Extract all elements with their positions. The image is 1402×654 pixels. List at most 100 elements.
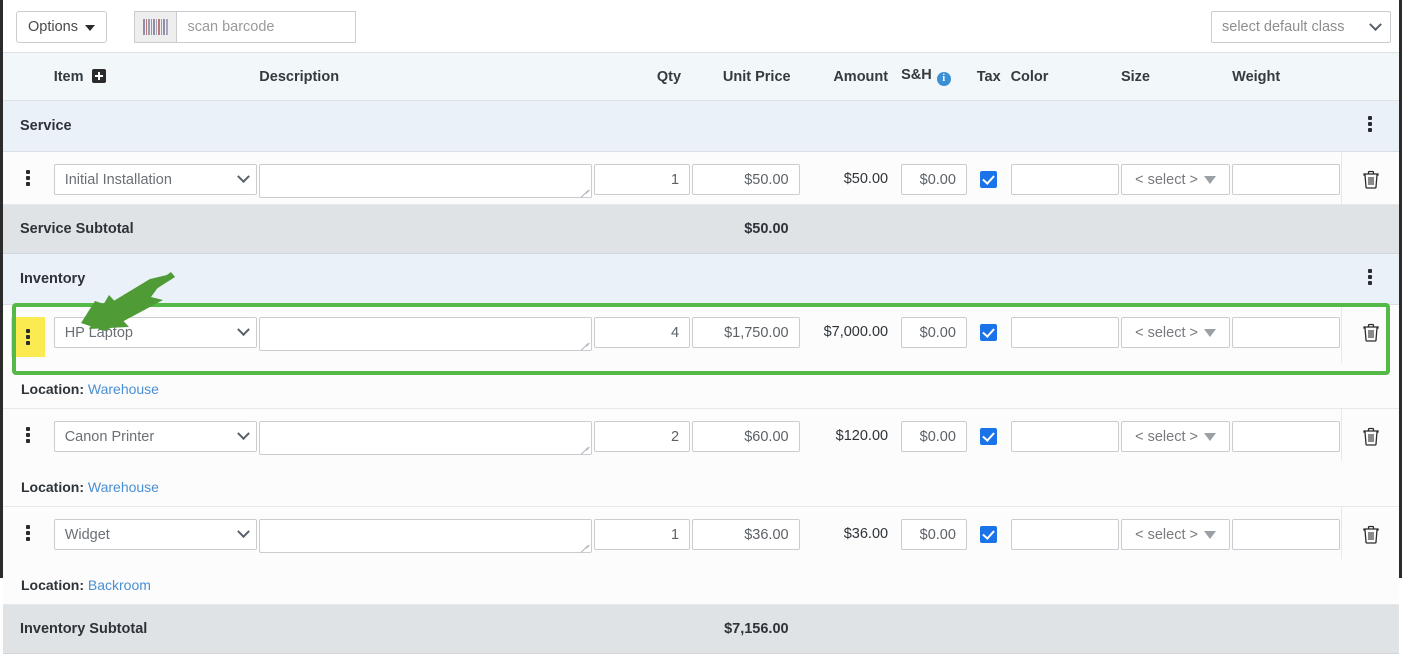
subtotal-value: $7,156.00	[724, 621, 789, 637]
sh-input[interactable]: $0.00	[901, 164, 967, 195]
item-select[interactable]: Initial Installation	[53, 164, 258, 195]
description-input[interactable]	[259, 421, 592, 455]
unit-price-input[interactable]: $36.00	[692, 519, 800, 550]
row-kebab-menu-icon[interactable]	[19, 164, 37, 192]
delete-row-icon[interactable]	[1362, 426, 1380, 451]
description-input[interactable]	[259, 519, 592, 553]
size-select-value: < select >	[1135, 526, 1198, 543]
delete-row-icon[interactable]	[1362, 322, 1380, 347]
default-class-value: select default class	[1222, 19, 1345, 35]
delete-row-icon[interactable]	[1362, 524, 1380, 549]
size-select[interactable]: < select >	[1120, 317, 1231, 348]
tax-checkbox[interactable]	[980, 526, 998, 543]
qty-input[interactable]: 1	[593, 164, 691, 195]
description-wrap	[259, 164, 592, 203]
header-label-item: Item	[53, 68, 84, 85]
location-link[interactable]: Backroom	[88, 577, 151, 593]
color-input[interactable]	[1010, 519, 1119, 550]
subtotal-value-cell: $7,156.00	[691, 604, 801, 654]
default-class-select[interactable]: select default class	[1211, 11, 1391, 43]
item-select[interactable]: Canon Printer	[53, 421, 258, 452]
color-cell	[1010, 507, 1120, 560]
line-items-panel: Options select d	[0, 0, 1402, 654]
description-wrap	[259, 317, 592, 356]
weight-input[interactable]	[1232, 317, 1341, 348]
weight-input[interactable]	[1232, 421, 1341, 452]
item-cell: Initial Installation	[52, 151, 259, 205]
description-cell	[258, 409, 592, 462]
sh-input[interactable]: $0.00	[901, 317, 967, 348]
section-title: Service	[20, 118, 72, 134]
row-kebab-menu-icon[interactable]	[10, 317, 45, 357]
description-input[interactable]	[259, 164, 592, 198]
sh-input[interactable]: $0.00	[901, 421, 967, 452]
delete-row-icon[interactable]	[1362, 169, 1380, 194]
weight-cell	[1231, 409, 1342, 462]
tax-checkbox[interactable]	[980, 171, 998, 188]
add-item-icon[interactable]	[91, 68, 106, 83]
chevron-down-icon	[237, 170, 251, 184]
sh-input[interactable]: $0.00	[901, 519, 967, 550]
color-input[interactable]	[1010, 317, 1119, 348]
color-input[interactable]	[1010, 421, 1119, 452]
location-link[interactable]: Warehouse	[88, 479, 159, 495]
location-cell: Location: Backroom	[3, 559, 1399, 605]
weight-input[interactable]	[1232, 519, 1341, 550]
section-title: Inventory	[20, 271, 86, 287]
section-kebab-menu-icon[interactable]	[1361, 263, 1379, 291]
weight-input[interactable]	[1232, 164, 1341, 195]
item-select-value: Widget	[64, 526, 110, 543]
row-kebab-menu-icon[interactable]	[19, 421, 37, 449]
qty-input[interactable]: 1	[593, 519, 691, 550]
header-label-unit-price: Unit Price	[722, 68, 791, 85]
qty-cell: 2	[593, 409, 692, 462]
qty-input[interactable]: 2	[593, 421, 691, 452]
section-kebab-menu-icon[interactable]	[1361, 110, 1379, 138]
header-cell-qty: Qty	[592, 52, 692, 101]
description-cell	[258, 305, 592, 364]
unit-price-input[interactable]: $1,750.00	[692, 317, 800, 348]
subtotal-label: Service Subtotal	[20, 221, 134, 237]
chevron-down-icon	[84, 25, 95, 31]
item-select[interactable]: Widget	[53, 519, 258, 550]
location-link[interactable]: Warehouse	[88, 381, 159, 397]
options-button[interactable]: Options	[16, 11, 107, 43]
tax-cell	[967, 151, 1010, 205]
chevron-down-icon	[1369, 17, 1382, 31]
header-cell-kebab	[3, 52, 53, 101]
line-items-table: Item Description Qty Unit Price Amount S…	[3, 52, 1399, 654]
subtotal-label: Inventory Subtotal	[20, 621, 148, 637]
unit-price-value: $1,750.00	[724, 324, 789, 341]
row-kebab-menu-icon[interactable]	[19, 519, 37, 547]
qty-input[interactable]: 4	[593, 317, 691, 348]
unit-price-input[interactable]: $60.00	[692, 421, 800, 452]
unit-price-input[interactable]: $50.00	[692, 164, 800, 195]
triangle-down-icon	[1203, 432, 1216, 441]
info-icon[interactable]: i	[936, 72, 951, 86]
header-label-weight: Weight	[1232, 68, 1281, 85]
row-menu-cell	[3, 305, 53, 364]
unit-price-cell: $1,750.00	[691, 305, 801, 364]
header-cell-sh: S&H i	[900, 52, 968, 101]
header-cell-description: Description	[258, 52, 593, 101]
unit-price-value: $60.00	[744, 428, 789, 445]
item-select[interactable]: HP Laptop	[53, 317, 258, 348]
header-label-size: Size	[1120, 68, 1150, 85]
tax-checkbox[interactable]	[980, 324, 998, 341]
location-cell: Location: Warehouse	[3, 461, 1399, 507]
size-select[interactable]: < select >	[1120, 421, 1231, 452]
size-select[interactable]: < select >	[1120, 519, 1231, 550]
color-input[interactable]	[1010, 164, 1119, 195]
subtotal-value: $50.00	[744, 221, 789, 237]
description-input[interactable]	[259, 317, 592, 351]
barcode-icon[interactable]	[134, 11, 177, 43]
row-menu-cell	[3, 409, 53, 462]
qty-cell: 1	[592, 151, 692, 205]
scan-barcode-input[interactable]	[176, 11, 357, 43]
header-label-qty: Qty	[656, 68, 682, 85]
row-menu-cell	[3, 507, 53, 560]
size-select[interactable]: < select >	[1120, 164, 1231, 195]
tax-checkbox[interactable]	[980, 428, 998, 445]
item-cell: Canon Printer	[53, 409, 259, 462]
size-select-value: < select >	[1135, 428, 1198, 445]
